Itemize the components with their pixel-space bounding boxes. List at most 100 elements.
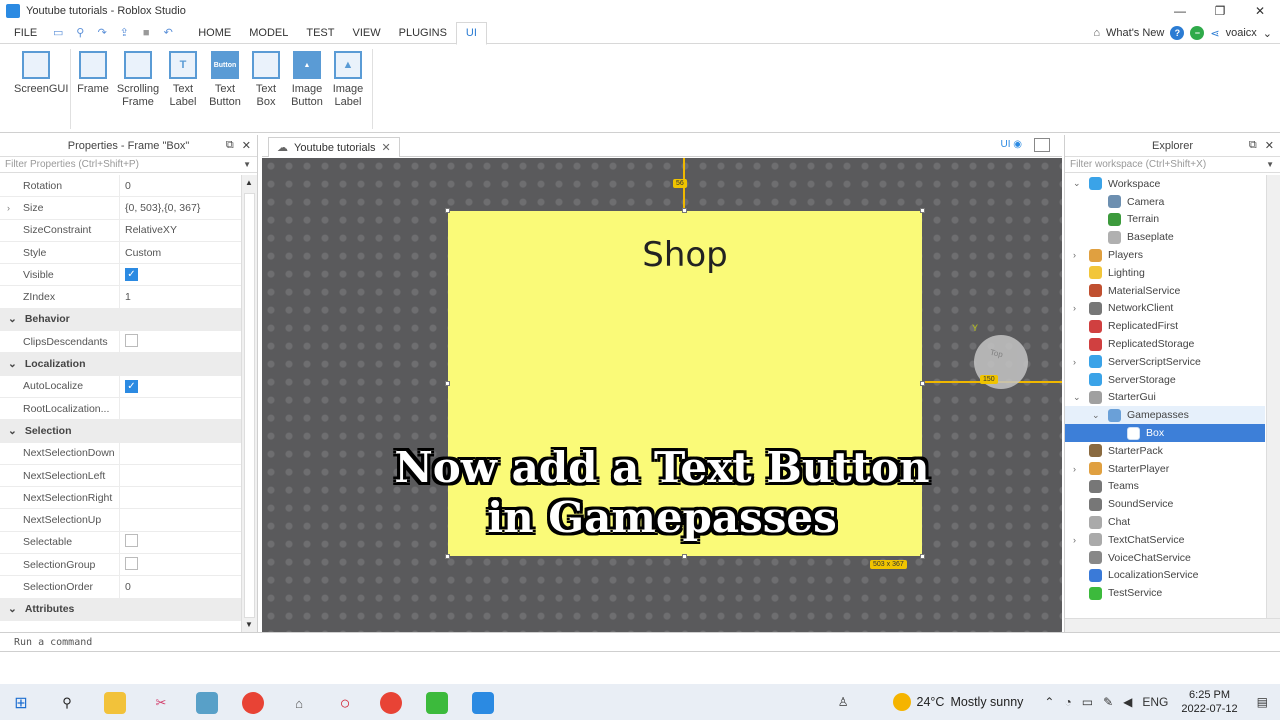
explorer-item[interactable]: ReplicatedFirst xyxy=(1065,317,1265,335)
new-file-icon[interactable]: ▭ xyxy=(51,26,65,40)
text-button-button[interactable]: Button Text Button xyxy=(203,51,247,109)
property-row[interactable]: Rotation 0 xyxy=(0,175,241,198)
undo-icon[interactable]: ↶ xyxy=(161,26,175,40)
resize-handle[interactable] xyxy=(920,208,925,213)
roblox-icon[interactable] xyxy=(426,692,448,714)
property-row[interactable]: AutoLocalize ✓ xyxy=(0,375,241,398)
close-panel-icon[interactable]: ✕ xyxy=(1265,139,1274,152)
resize-handle[interactable] xyxy=(445,381,450,386)
resize-handle[interactable] xyxy=(445,554,450,559)
explorer-item[interactable]: › StarterPlayer xyxy=(1065,460,1265,478)
explorer-item[interactable]: Box xyxy=(1065,424,1265,442)
filter-properties-input[interactable]: Filter Properties (Ctrl+Shift+P) ▼ xyxy=(0,157,257,173)
explorer-item[interactable]: Chat xyxy=(1065,513,1265,531)
collapse-chevron-icon[interactable]: ⌄ xyxy=(8,425,17,437)
filter-workspace-input[interactable]: Filter workspace (Ctrl+Shift+X) ▼ xyxy=(1065,157,1280,173)
snipping-tool-icon[interactable]: ✂ xyxy=(150,692,172,714)
clock[interactable]: 6:25 PM 2022-07-12 xyxy=(1181,688,1237,716)
opera-icon[interactable]: ○ xyxy=(334,692,356,714)
explorer-item[interactable]: › ServerScriptService xyxy=(1065,353,1265,371)
property-checkbox[interactable] xyxy=(125,534,138,548)
scroll-down-icon[interactable]: ▼ xyxy=(245,620,253,629)
file-menu[interactable]: FILE xyxy=(0,27,51,39)
weather-widget[interactable]: 24°C Mostly sunny xyxy=(892,693,1023,711)
resize-handle[interactable] xyxy=(682,554,687,559)
stop-icon[interactable]: ■ xyxy=(139,26,153,40)
property-row[interactable]: SelectionGroup xyxy=(0,554,241,577)
close-tab-icon[interactable]: ✕ xyxy=(382,141,391,154)
file-explorer-icon[interactable] xyxy=(104,692,126,714)
chrome-icon-2[interactable] xyxy=(380,692,402,714)
image-label-button[interactable]: ▲ Image Label xyxy=(326,51,370,109)
ui-visibility-toggle[interactable]: UI ◉ xyxy=(1000,139,1022,150)
collapse-chevron-icon[interactable]: ⌄ xyxy=(1092,410,1100,421)
property-section[interactable]: ⌄ Behavior xyxy=(0,308,241,332)
people-icon[interactable]: ♙ xyxy=(838,695,849,709)
property-row[interactable]: RootLocalization... xyxy=(0,397,241,421)
property-section[interactable]: ⌄ Attributes xyxy=(0,598,241,621)
filter-dropdown-icon[interactable]: ▼ xyxy=(1266,160,1274,169)
expand-chevron-icon[interactable]: › xyxy=(1073,464,1076,474)
explorer-item[interactable]: ServerStorage xyxy=(1065,371,1265,389)
tab-test[interactable]: TEST xyxy=(297,22,343,44)
property-row[interactable]: Visible ✓ xyxy=(0,264,241,287)
search-icon[interactable]: ⚲ xyxy=(56,692,78,714)
close-button[interactable]: ✕ xyxy=(1240,0,1280,22)
expand-chevron-icon[interactable]: › xyxy=(7,203,10,213)
wifi-icon[interactable]: ◔ xyxy=(1064,695,1071,709)
property-value[interactable]: Custom xyxy=(120,247,161,259)
scrolling-frame-button[interactable]: Scrolling Frame xyxy=(116,51,160,109)
explorer-item[interactable]: ⌄ Gamepasses xyxy=(1065,406,1265,425)
whats-new-link[interactable]: What's New xyxy=(1106,27,1164,39)
resize-handle[interactable] xyxy=(682,208,687,213)
scroll-up-icon[interactable]: ▲ xyxy=(245,178,253,187)
expand-chevron-icon[interactable]: › xyxy=(1073,535,1076,545)
expand-chevron-icon[interactable]: › xyxy=(1073,303,1076,313)
property-row[interactable]: NextSelectionUp xyxy=(0,509,241,532)
user-name[interactable]: voaicx xyxy=(1226,27,1257,39)
property-section[interactable]: ⌄ Localization xyxy=(0,353,241,376)
explorer-item[interactable]: VoiceChatService xyxy=(1065,549,1265,567)
minimize-button[interactable]: — xyxy=(1160,0,1200,22)
filter-dropdown-icon[interactable]: ▼ xyxy=(243,160,251,169)
app-icon[interactable] xyxy=(196,692,218,714)
explorer-item[interactable]: Camera xyxy=(1065,193,1265,211)
frame-button[interactable]: Frame xyxy=(71,51,115,96)
binoculars-icon[interactable]: ⚲ xyxy=(73,26,87,40)
explorer-item[interactable]: Terrain xyxy=(1065,211,1265,229)
3d-viewport[interactable]: 56 Y Top 150 Shop 503 x 367 Now add a Te… xyxy=(262,158,1062,632)
close-panel-icon[interactable]: ✕ xyxy=(242,139,251,152)
chevron-up-icon[interactable]: ⌃ xyxy=(1044,695,1054,709)
chrome-icon[interactable] xyxy=(242,692,264,714)
collapse-chevron-icon[interactable]: ⌄ xyxy=(8,603,17,615)
properties-scrollbar[interactable]: ▲ ▼ xyxy=(241,175,257,632)
mouse-app-icon[interactable]: ⌂ xyxy=(288,692,310,714)
resize-handle[interactable] xyxy=(445,208,450,213)
expand-chevron-icon[interactable]: › xyxy=(1073,357,1076,367)
explorer-item[interactable]: StarterPack xyxy=(1065,442,1265,460)
property-row[interactable]: ZIndex 1 xyxy=(0,286,241,309)
explorer-item[interactable]: › NetworkClient xyxy=(1065,300,1265,318)
explorer-item[interactable]: MaterialService xyxy=(1065,282,1265,300)
undock-icon[interactable]: ⧉ xyxy=(1249,139,1257,152)
tab-plugins[interactable]: PLUGINS xyxy=(390,22,456,44)
scroll-thumb[interactable] xyxy=(244,193,255,618)
publish-icon[interactable]: ⇪ xyxy=(117,26,131,40)
explorer-horizontal-scrollbar[interactable] xyxy=(1065,618,1280,632)
command-bar[interactable]: Run a command xyxy=(0,632,1280,652)
property-row[interactable]: NextSelectionDown xyxy=(0,442,241,465)
property-value[interactable]: 0 xyxy=(120,581,131,593)
collapse-chevron-icon[interactable]: ⌄ xyxy=(1073,392,1081,403)
help-icon[interactable]: ? xyxy=(1170,26,1185,40)
explorer-item[interactable]: SoundService xyxy=(1065,495,1265,513)
collapse-chevron-icon[interactable]: ⌄ xyxy=(1073,178,1081,189)
explorer-item[interactable]: ⌄ StarterGui xyxy=(1065,389,1265,407)
user-menu-chevron-icon[interactable]: ⌄ xyxy=(1263,27,1272,40)
battery-icon[interactable]: ▭ xyxy=(1082,695,1093,709)
screengui-button[interactable]: ScreenGUI xyxy=(14,51,68,96)
share-icon[interactable]: ⋖ xyxy=(1210,27,1219,40)
explorer-item[interactable]: TestService xyxy=(1065,584,1265,602)
explorer-item[interactable]: ⌄ Workspace xyxy=(1065,175,1265,193)
collapse-chevron-icon[interactable]: ⌄ xyxy=(8,358,17,370)
tab-view[interactable]: VIEW xyxy=(343,22,389,44)
